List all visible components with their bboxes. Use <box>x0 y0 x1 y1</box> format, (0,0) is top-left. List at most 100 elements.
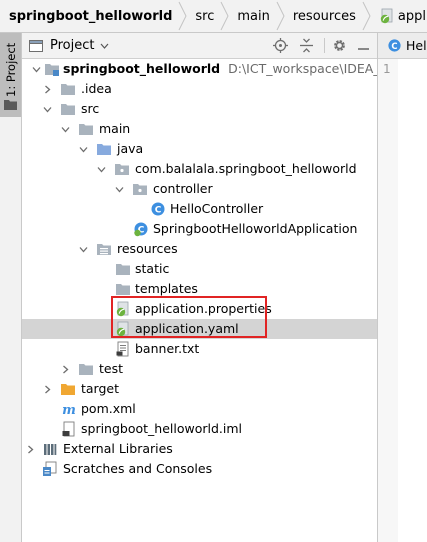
project-tool-window-tab[interactable]: 1: Project <box>0 33 21 117</box>
tree-item-application-properties[interactable]: application.properties <box>22 299 377 319</box>
tree-item-label: External Libraries <box>63 441 173 456</box>
tree-item-label: target <box>81 381 120 396</box>
tree-item-controller[interactable]: controller <box>22 179 377 199</box>
tree-item-label: application.properties <box>135 301 272 316</box>
tree-item-templates[interactable]: templates <box>22 279 377 299</box>
tree-item-iml[interactable]: springboot_helloworld.iml <box>22 419 377 439</box>
tree-item-label: banner.txt <box>135 341 200 356</box>
tree-item-test[interactable]: test <box>22 359 377 379</box>
chevron-right-icon[interactable] <box>61 365 70 374</box>
breadcrumb-src-label: src <box>195 8 215 24</box>
chevron-down-icon[interactable] <box>79 145 88 154</box>
spring-config-file-icon <box>116 321 129 337</box>
excluded-folder-icon <box>61 384 75 395</box>
project-panel: Project springboot_helloworld D:\ICT_wor… <box>22 33 410 542</box>
tree-item-label: static <box>135 261 170 276</box>
tree-item-resources[interactable]: resources <box>22 239 377 259</box>
svg-text:m: m <box>62 403 76 417</box>
java-class-icon: C <box>151 202 165 216</box>
chevron-right-icon[interactable] <box>43 85 52 94</box>
folder-icon <box>116 264 130 275</box>
hide-panel-icon[interactable] <box>356 38 371 53</box>
project-panel-title[interactable]: Project <box>50 38 94 53</box>
breadcrumb-separator-icon <box>220 1 229 31</box>
breadcrumb-project-label: springboot_helloworld <box>9 8 173 24</box>
editor-area: C Hel 1 <box>378 33 427 542</box>
svg-text:C: C <box>155 206 162 216</box>
gear-icon[interactable] <box>332 38 347 53</box>
tree-item-label: java <box>117 141 144 156</box>
chevron-down-icon[interactable] <box>61 125 70 134</box>
chevron-right-icon[interactable] <box>26 445 35 454</box>
breadcrumb-file[interactable]: application.yaml <box>371 0 427 32</box>
tree-item-pom[interactable]: m pom.xml <box>22 399 377 419</box>
tool-window-strip: 1: Project <box>0 33 22 542</box>
source-folder-icon <box>97 144 111 155</box>
library-icon <box>44 444 57 455</box>
tree-item-scratches[interactable]: Scratches and Consoles <box>22 459 377 479</box>
tree-item-label: src <box>81 101 100 116</box>
locate-file-icon[interactable] <box>273 38 288 53</box>
tree-item-project-root[interactable]: springboot_helloworld D:\ICT_workspace\ID… <box>22 59 410 79</box>
chevron-down-icon[interactable] <box>97 165 106 174</box>
project-panel-header: Project <box>22 33 377 59</box>
breadcrumb-file-label: application.yaml <box>397 8 427 24</box>
breadcrumb-main[interactable]: main <box>229 0 285 32</box>
spring-config-file-icon <box>116 301 129 317</box>
breadcrumb-main-label: main <box>237 8 270 24</box>
tree-item-label: .idea <box>81 81 112 96</box>
breadcrumb-separator-icon <box>276 1 285 31</box>
editor-tab-bar: C Hel <box>378 33 427 59</box>
chevron-down-icon[interactable] <box>115 185 124 194</box>
folder-icon <box>116 284 130 295</box>
line-number-gutter: 1 <box>378 59 398 542</box>
svg-text:C: C <box>391 41 397 51</box>
breadcrumb-resources-label: resources <box>292 8 356 24</box>
tree-item-application-class[interactable]: C SpringbootHelloworldApplication <box>22 219 377 239</box>
package-icon <box>115 164 129 175</box>
tree-item-label: SpringbootHelloworldApplication <box>153 221 358 236</box>
java-class-icon: C <box>388 39 401 52</box>
tree-item-application-yaml[interactable]: application.yaml <box>22 319 377 339</box>
tree-item-label: springboot_helloworld D:\ICT_workspace\ID… <box>63 61 410 77</box>
tree-item-main[interactable]: main <box>22 119 377 139</box>
line-number: 1 <box>383 62 391 76</box>
text-file-icon <box>116 341 129 357</box>
folder-icon <box>4 100 17 110</box>
folder-icon <box>61 84 75 95</box>
chevron-down-icon[interactable] <box>43 105 52 114</box>
tree-item-label: test <box>99 361 124 376</box>
tree-item-external-libraries[interactable]: External Libraries <box>22 439 377 459</box>
module-file-icon <box>62 421 75 437</box>
project-name: springboot_helloworld <box>63 61 221 76</box>
breadcrumb-src[interactable]: src <box>187 0 229 32</box>
navigation-bar: springboot_helloworld src main resources… <box>0 0 427 33</box>
tree-item-package[interactable]: com.balalala.springboot_helloworld <box>22 159 377 179</box>
tree-item-label: com.balalala.springboot_helloworld <box>135 161 357 176</box>
breadcrumb-separator-icon <box>178 1 187 31</box>
resources-folder-icon <box>97 244 111 255</box>
tree-item-label: controller <box>153 181 213 196</box>
tree-item-banner[interactable]: banner.txt <box>22 339 377 359</box>
editor-tab-label[interactable]: Hel <box>406 38 427 53</box>
chevron-down-icon[interactable] <box>79 245 88 254</box>
breadcrumb-project[interactable]: springboot_helloworld <box>0 0 187 32</box>
package-icon <box>133 184 147 195</box>
spring-boot-class-icon: C <box>134 222 148 237</box>
tree-item-src[interactable]: src <box>22 99 377 119</box>
chevron-down-icon[interactable] <box>32 65 41 74</box>
tree-item-label: HelloController <box>170 201 264 216</box>
tree-item-java[interactable]: java <box>22 139 377 159</box>
chevron-down-icon[interactable] <box>100 43 109 49</box>
tree-item-static[interactable]: static <box>22 259 377 279</box>
tree-item-hellocontroller[interactable]: C HelloController <box>22 199 377 219</box>
breadcrumb-resources[interactable]: resources <box>285 0 371 32</box>
tree-item-target[interactable]: target <box>22 379 377 399</box>
chevron-right-icon[interactable] <box>43 385 52 394</box>
tree-item-label: pom.xml <box>81 401 136 416</box>
header-divider <box>324 38 325 53</box>
folder-icon <box>79 364 93 375</box>
collapse-all-icon[interactable] <box>299 38 314 53</box>
tree-item-idea[interactable]: .idea <box>22 79 377 99</box>
project-view-icon <box>29 39 43 52</box>
